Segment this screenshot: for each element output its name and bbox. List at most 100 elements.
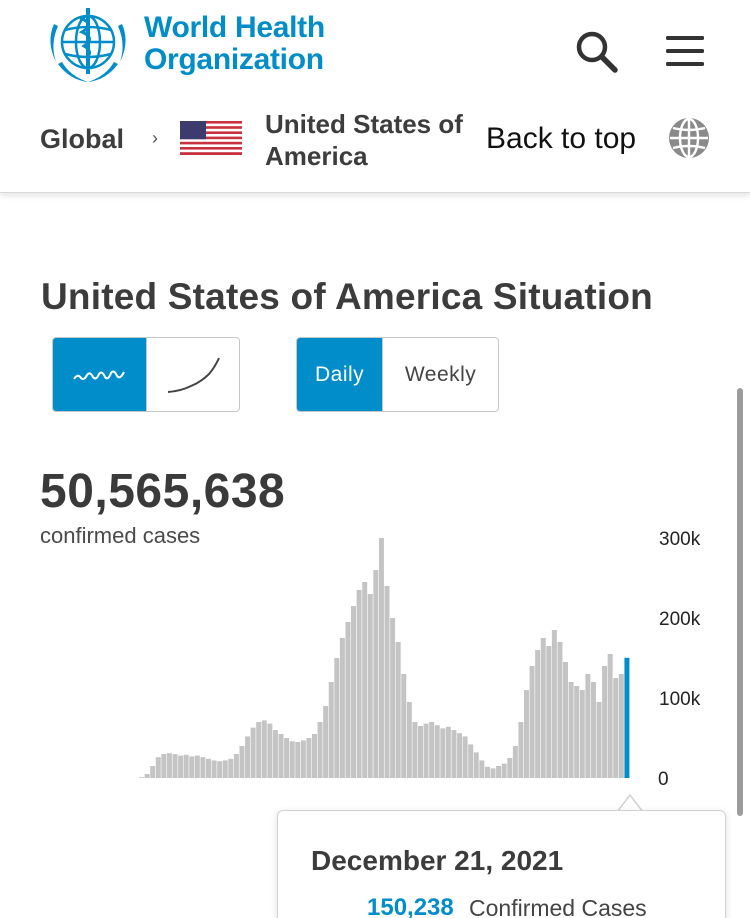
chart-bar[interactable] — [256, 722, 262, 778]
highlighted-bar[interactable] — [624, 657, 630, 778]
chart-bar[interactable] — [295, 742, 301, 778]
chart-bar[interactable] — [501, 763, 507, 778]
chart-bar[interactable] — [429, 722, 435, 778]
chart-bar[interactable] — [245, 736, 251, 778]
weekly-option[interactable]: Weekly — [382, 338, 498, 411]
chart-bar[interactable] — [468, 744, 474, 778]
chart-bar[interactable] — [278, 734, 284, 778]
chart-bar[interactable] — [574, 686, 580, 778]
chart-bar[interactable] — [339, 638, 345, 778]
chart-bar[interactable] — [613, 678, 619, 778]
chart-bar[interactable] — [440, 728, 446, 778]
chart-bar[interactable] — [166, 753, 172, 778]
chart-bar[interactable] — [183, 754, 189, 778]
chart-bar[interactable] — [518, 722, 524, 778]
chart-bar[interactable] — [155, 757, 161, 778]
chart-bar[interactable] — [412, 722, 418, 778]
chart-bar[interactable] — [139, 777, 145, 778]
chart-bar[interactable] — [194, 755, 200, 778]
chart-bar[interactable] — [228, 758, 234, 778]
chart-bar[interactable] — [406, 702, 412, 778]
chart-bar[interactable] — [150, 766, 156, 778]
chart-bar[interactable] — [172, 754, 178, 778]
chart-bar[interactable] — [529, 666, 535, 778]
chart-bar[interactable] — [551, 630, 557, 778]
who-wordmark[interactable]: World Health Organization — [144, 12, 325, 76]
chart-bar[interactable] — [618, 674, 624, 778]
chart-bar[interactable] — [535, 650, 541, 778]
breadcrumb-country[interactable]: United States of America — [265, 108, 485, 172]
chart-bar[interactable] — [384, 586, 390, 778]
chart-bar[interactable] — [423, 723, 429, 778]
chart-bar[interactable] — [261, 720, 267, 778]
chart-bar[interactable] — [300, 740, 306, 778]
chart-bar[interactable] — [373, 570, 379, 778]
chart-bar[interactable] — [540, 638, 546, 778]
chart-bar[interactable] — [451, 730, 457, 778]
chart-bar[interactable] — [596, 702, 602, 778]
chart-bar[interactable] — [239, 746, 245, 778]
chart-bar[interactable] — [418, 726, 423, 778]
hamburger-menu-icon[interactable] — [662, 30, 708, 72]
chart-bar[interactable] — [445, 726, 451, 778]
chart-bar[interactable] — [267, 723, 273, 778]
chart-bar[interactable] — [524, 690, 529, 778]
daily-trend-option[interactable] — [53, 338, 146, 411]
chart-bar[interactable] — [395, 642, 401, 778]
chart-bar[interactable] — [434, 725, 440, 778]
chart-bar[interactable] — [200, 757, 206, 778]
chart-bar[interactable] — [161, 754, 167, 778]
chart-bar[interactable] — [473, 752, 479, 778]
chart-bar[interactable] — [546, 646, 552, 778]
chart-bar[interactable] — [211, 760, 217, 778]
chart-bar[interactable] — [602, 666, 608, 778]
chart-bar[interactable] — [317, 722, 323, 778]
chart-bar[interactable] — [490, 768, 496, 778]
chart-bar[interactable] — [306, 738, 312, 778]
chart-bar[interactable] — [178, 755, 184, 778]
chart-bar[interactable] — [512, 746, 518, 778]
cumulative-option[interactable] — [146, 338, 239, 411]
chart-bar[interactable] — [401, 674, 407, 778]
chart-bar[interactable] — [557, 642, 563, 778]
chart-bar[interactable] — [144, 774, 150, 778]
chart-bar[interactable] — [457, 733, 463, 778]
back-to-top-link[interactable]: Back to top — [486, 122, 636, 156]
chart-bar[interactable] — [233, 754, 239, 778]
chart-bar[interactable] — [328, 682, 334, 778]
daily-option[interactable]: Daily — [297, 338, 383, 411]
chart-bar[interactable] — [351, 606, 357, 778]
chart-bar[interactable] — [284, 738, 290, 778]
breadcrumb-global[interactable]: Global — [40, 124, 124, 155]
chart-bar[interactable] — [189, 756, 195, 778]
search-icon[interactable] — [572, 28, 620, 76]
chart-bar[interactable] — [590, 682, 596, 778]
chart-bar[interactable] — [345, 622, 351, 778]
chart-bar[interactable] — [312, 734, 317, 778]
chart-bar[interactable] — [484, 766, 490, 778]
chart-bar[interactable] — [390, 618, 396, 778]
chart-bar[interactable] — [378, 538, 384, 778]
chart-bar[interactable] — [563, 662, 569, 778]
chart-bar[interactable] — [585, 674, 591, 778]
daily-cases-chart[interactable]: 0 100k 200k 300k — [0, 530, 750, 800]
chart-bar[interactable] — [272, 730, 278, 778]
chart-bar[interactable] — [250, 727, 256, 778]
chart-bar[interactable] — [289, 741, 295, 778]
chart-bar[interactable] — [362, 582, 368, 778]
chart-bar[interactable] — [323, 706, 329, 778]
chart-bar[interactable] — [334, 658, 340, 778]
globe-icon[interactable] — [668, 117, 710, 159]
chart-bar[interactable] — [222, 760, 228, 778]
chart-bar[interactable] — [462, 736, 468, 778]
chart-bar[interactable] — [496, 766, 502, 778]
chart-bar[interactable] — [607, 654, 613, 778]
chart-bar[interactable] — [479, 760, 485, 778]
vertical-scrollbar[interactable] — [737, 388, 743, 816]
chart-bar[interactable] — [579, 690, 585, 778]
who-emblem-icon[interactable] — [40, 4, 136, 86]
chart-bar[interactable] — [367, 594, 373, 778]
chart-bar[interactable] — [356, 590, 362, 778]
chart-bar[interactable] — [206, 758, 211, 778]
chart-bar[interactable] — [217, 761, 223, 778]
